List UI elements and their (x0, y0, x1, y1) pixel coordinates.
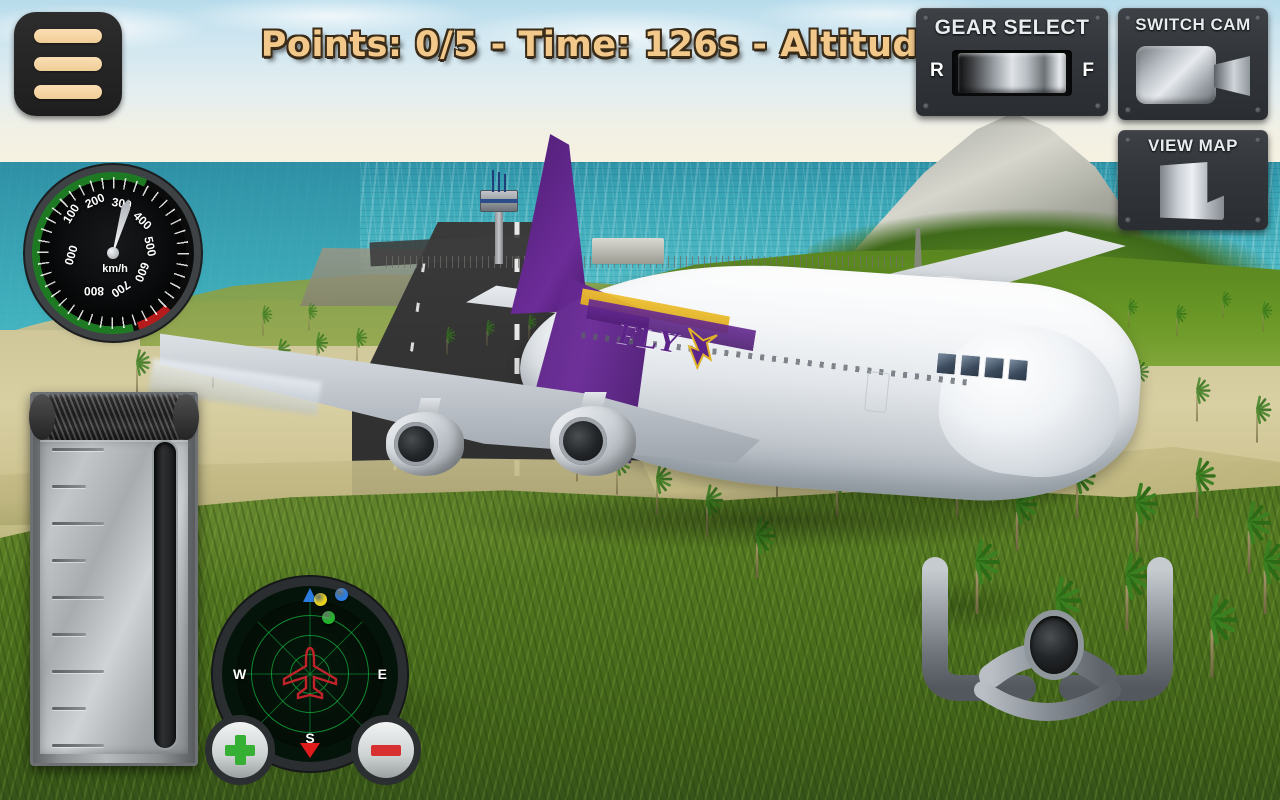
radar-west-label: W (233, 666, 247, 682)
screw-icon (1095, 15, 1101, 21)
map-icon (1160, 162, 1224, 220)
screw-icon (1095, 103, 1101, 109)
gear-select-knob[interactable] (958, 53, 1066, 93)
radar-zoom-in-button[interactable] (212, 722, 268, 778)
hamburger-icon-bar (34, 85, 102, 99)
game-viewport: FLY Points: 0/5 - Time: 126s - Altitude:… (0, 0, 1280, 800)
throttle-tick (52, 707, 86, 710)
palm-tree (123, 349, 151, 394)
waypoint-green (322, 610, 336, 624)
bird-icon (679, 326, 720, 373)
palm-tree (1167, 304, 1187, 337)
radar-aircraft-icon (280, 646, 340, 702)
player-aircraft: FLY (148, 130, 1147, 550)
hamburger-icon-bar (34, 29, 102, 43)
engine-outer (386, 412, 464, 476)
throttle-tick (52, 633, 86, 636)
screw-icon (1125, 217, 1131, 223)
speedometer-hub (107, 247, 119, 259)
screw-icon (1255, 137, 1261, 143)
throttle-track[interactable] (154, 442, 176, 748)
palm-tree (1183, 377, 1211, 422)
switch-cam-button[interactable]: SWITCH CAM (1118, 8, 1268, 120)
waypoint-blue (334, 587, 348, 601)
palm-tree (1215, 290, 1232, 319)
throttle-tick (52, 522, 104, 525)
view-map-button[interactable]: VIEW MAP (1118, 130, 1268, 230)
camera-icon (1136, 46, 1216, 104)
hamburger-icon-bar (34, 57, 102, 71)
palm-tree (1187, 594, 1238, 678)
steering-yoke[interactable] (905, 548, 1190, 738)
engine-inner (550, 406, 636, 476)
view-map-label: VIEW MAP (1148, 136, 1238, 155)
throttle-tick (52, 670, 104, 673)
radar-heading-marker (300, 743, 320, 758)
screw-icon (1255, 107, 1261, 113)
throttle-grip[interactable] (29, 394, 199, 440)
palm-tree (1178, 457, 1216, 519)
screw-icon (1255, 15, 1261, 21)
throttle-slider[interactable] (29, 392, 199, 766)
throttle-tick (52, 596, 104, 599)
speedometer-gauge: 100 200 300 400 500 600 700 800 000 km/h (32, 172, 194, 334)
gear-forward-label: F (1082, 60, 1094, 81)
radar-zoom-out-button[interactable] (358, 722, 414, 778)
speedometer-unit-label: km/h (102, 262, 128, 275)
menu-button[interactable] (14, 12, 122, 116)
throttle-tick (52, 448, 104, 451)
screw-icon (1125, 15, 1131, 21)
gear-reverse-label: R (930, 60, 944, 81)
radar-scope (236, 600, 384, 748)
yoke-center-hub[interactable] (1030, 616, 1078, 674)
switch-cam-label: SWITCH CAM (1135, 15, 1251, 34)
cabin-door (863, 370, 891, 414)
throttle-tick-marks (52, 448, 106, 747)
waypoint-yellow (313, 593, 327, 607)
palm-tree (1243, 395, 1272, 443)
screw-icon (1255, 217, 1261, 223)
screw-icon (1125, 107, 1131, 113)
throttle-tick (52, 559, 86, 562)
throttle-tick (52, 744, 104, 747)
gear-select-label: GEAR SELECT (934, 16, 1090, 39)
gear-select-track[interactable] (952, 50, 1072, 96)
screw-icon (1125, 137, 1131, 143)
palm-tree (1254, 301, 1273, 332)
radar-east-label: E (377, 666, 387, 682)
camera-lens-icon (1214, 56, 1250, 96)
gear-select-panel[interactable]: GEAR SELECT R F (916, 8, 1108, 116)
plus-icon (225, 735, 255, 765)
palm-tree (1242, 539, 1280, 615)
minus-icon (371, 744, 401, 756)
speedometer-tick-800: 800 (83, 284, 104, 298)
screw-icon (923, 103, 929, 109)
screw-icon (923, 15, 929, 21)
throttle-tick (52, 485, 86, 488)
